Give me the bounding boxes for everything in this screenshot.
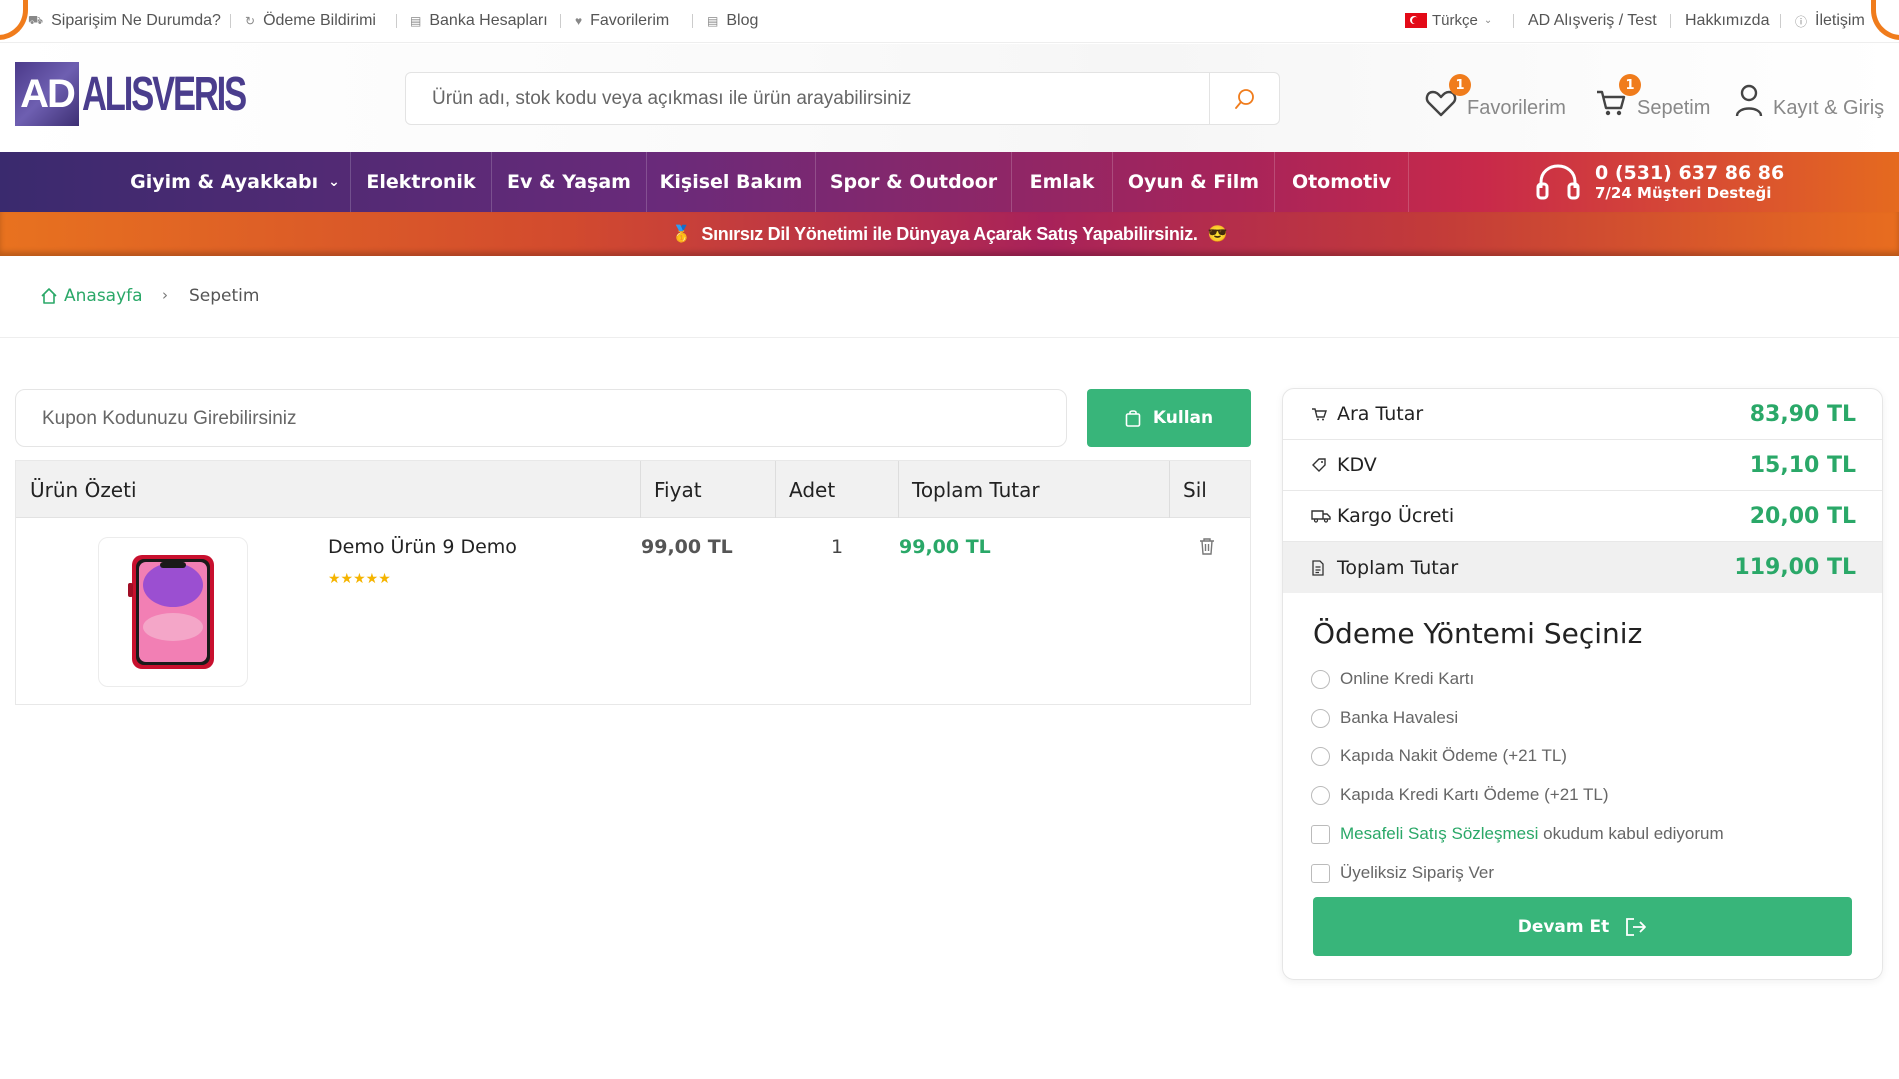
- info-icon: ⓘ: [1795, 14, 1808, 29]
- nav-item-kisisel-bakim[interactable]: Kişisel Bakım: [647, 152, 816, 212]
- col-price: Fiyat: [654, 477, 702, 502]
- nav-item-oyun-film[interactable]: Oyun & Film: [1113, 152, 1275, 212]
- home-icon: [41, 288, 57, 304]
- agreement-link[interactable]: Mesafeli Satış Sözleşmesi: [1340, 824, 1538, 844]
- guest-checkout-checkbox[interactable]: Üyeliksiz Sipariş Ver: [1311, 863, 1494, 883]
- order-summary: Ara Tutar 83,90 TL KDV 15,10 TL Kargo Üc…: [1282, 388, 1883, 980]
- cart-table-header: Ürün Özeti Fiyat Adet Toplam Tutar Sil: [16, 461, 1250, 518]
- chevron-down-icon: ⌄: [328, 174, 340, 190]
- truck-icon: [1311, 509, 1333, 523]
- favorites-top-link[interactable]: ♥ Favorilerim: [575, 12, 669, 30]
- product-name[interactable]: Demo Ürün 9 Demo: [328, 536, 517, 558]
- nav-item-giyim[interactable]: Giyim & Ayakkabı ⌄: [120, 152, 351, 212]
- shipping-row: Kargo Ücreti 20,00 TL: [1283, 491, 1882, 542]
- col-total: Toplam Tutar: [912, 477, 1040, 502]
- nav-item-otomotiv[interactable]: Otomotiv: [1275, 152, 1409, 212]
- trash-icon: [1200, 538, 1214, 555]
- tag-icon: [1311, 457, 1333, 473]
- col-product-summary: Ürün Özeti: [30, 477, 137, 502]
- subtotal-row: Ara Tutar 83,90 TL: [1283, 389, 1882, 440]
- radio-button[interactable]: [1311, 746, 1330, 766]
- document-icon: ▤: [410, 14, 422, 28]
- support-contact[interactable]: 0 (531) 637 86 86 7/24 Müşteri Desteği: [1535, 152, 1784, 212]
- continue-button[interactable]: Devam Et: [1313, 897, 1852, 956]
- radio-button[interactable]: [1311, 708, 1330, 728]
- breadcrumb: Anasayfa › Sepetim: [0, 256, 1899, 338]
- product-quantity[interactable]: 1: [831, 536, 843, 558]
- cart-icon: [1311, 407, 1333, 421]
- document-icon: [1311, 559, 1333, 576]
- refresh-icon: ↻: [245, 14, 256, 28]
- announcement-bar: 🥇 Sınırsız Dil Yönetimi ile Dünyaya Açar…: [0, 212, 1899, 256]
- decorative-corner-right: [1871, 0, 1899, 40]
- radio-button[interactable]: [1311, 785, 1330, 805]
- nav-item-elektronik[interactable]: Elektronik: [351, 152, 492, 212]
- product-price: 99,00 TL: [641, 536, 733, 558]
- col-quantity: Adet: [789, 477, 836, 502]
- blog-link[interactable]: ▤ Blog: [707, 12, 758, 30]
- tax-row: KDV 15,10 TL: [1283, 440, 1882, 491]
- search-input[interactable]: Ürün adı, stok kodu veya açıkması ile ür…: [432, 88, 911, 110]
- search-bar[interactable]: Ürün adı, stok kodu veya açıkması ile ür…: [405, 72, 1280, 125]
- turkey-flag-icon: [1405, 13, 1427, 28]
- payment-option-credit-card[interactable]: Online Kredi Kartı: [1311, 669, 1474, 689]
- product-rating: ★★★★★: [328, 571, 391, 587]
- sunglasses-emoji-icon: 😎: [1207, 226, 1228, 243]
- truck-icon: ⛟: [28, 13, 44, 27]
- document-icon: ▤: [707, 14, 719, 28]
- phone-product-image: [128, 555, 214, 669]
- checkbox[interactable]: [1311, 824, 1330, 844]
- cart-button[interactable]: Sepetim: [1595, 78, 1710, 120]
- user-icon: [1735, 84, 1763, 117]
- search-button[interactable]: [1209, 73, 1279, 124]
- support-hours: 7/24 Müşteri Desteği: [1595, 184, 1772, 202]
- favorites-button[interactable]: Favorilerim: [1425, 78, 1566, 120]
- breadcrumb-current: Sepetim: [189, 286, 260, 306]
- top-bar: ⛟ Siparişim Ne Durumda? ↻ Ödeme Bildirimi …: [0, 0, 1899, 43]
- cart-count-badge: 1: [1619, 74, 1641, 96]
- payment-notice-link[interactable]: ↻ Ödeme Bildirimi: [245, 12, 376, 30]
- radio-button[interactable]: [1311, 669, 1330, 689]
- headset-icon: [1536, 164, 1580, 200]
- logo-text[interactable]: ALISVERIS: [82, 62, 247, 126]
- logo-mark[interactable]: AD: [15, 62, 79, 126]
- login-register-button[interactable]: Kayıt & Giriş: [1735, 78, 1884, 120]
- decorative-corner-left: [0, 0, 28, 40]
- language-select[interactable]: Türkçe ⌄: [1405, 12, 1492, 29]
- nav-item-spor-outdoor[interactable]: Spor & Outdoor: [816, 152, 1012, 212]
- heart-icon: ♥: [575, 14, 583, 28]
- sign-out-arrow-icon: [1626, 917, 1647, 936]
- agreement-checkbox[interactable]: Mesafeli Satış Sözleşmesi okudum kabul e…: [1311, 824, 1724, 844]
- bag-icon: [1125, 410, 1141, 427]
- bank-accounts-link[interactable]: ▤ Banka Hesapları: [410, 12, 548, 30]
- product-image[interactable]: [98, 537, 248, 687]
- payment-option-bank-transfer[interactable]: Banka Havalesi: [1311, 708, 1458, 728]
- payment-option-cash-on-delivery[interactable]: Kapıda Nakit Ödeme (+21 TL): [1311, 746, 1567, 766]
- chevron-down-icon: ⌄: [1483, 15, 1493, 26]
- cart-table: Ürün Özeti Fiyat Adet Toplam Tutar Sil D…: [15, 460, 1251, 705]
- store-link[interactable]: AD Alışveriş / Test: [1528, 12, 1657, 30]
- checkbox[interactable]: [1311, 863, 1330, 883]
- delete-item-button[interactable]: [1199, 537, 1215, 559]
- apply-coupon-button[interactable]: Kullan: [1087, 389, 1251, 447]
- breadcrumb-separator: ›: [162, 286, 168, 304]
- payment-option-card-on-delivery[interactable]: Kapıda Kredi Kartı Ödeme (+21 TL): [1311, 785, 1609, 805]
- contact-link[interactable]: ⓘ İletişim: [1795, 12, 1865, 30]
- breadcrumb-home[interactable]: Anasayfa: [40, 286, 143, 306]
- product-total: 99,00 TL: [899, 536, 991, 558]
- medal-icon: 🥇: [671, 226, 692, 243]
- search-icon: [1234, 88, 1254, 109]
- support-phone: 0 (531) 637 86 86: [1595, 162, 1785, 184]
- coupon-input[interactable]: Kupon Kodunuzu Girebilirsiniz: [42, 408, 297, 430]
- payment-method-title: Ödeme Yöntemi Seçiniz: [1313, 617, 1643, 650]
- col-delete: Sil: [1183, 477, 1207, 502]
- grand-total-row: Toplam Tutar 119,00 TL: [1283, 542, 1882, 593]
- favorites-count-badge: 1: [1449, 74, 1471, 96]
- nav-item-emlak[interactable]: Emlak: [1012, 152, 1113, 212]
- nav-item-ev-yasam[interactable]: Ev & Yaşam: [492, 152, 647, 212]
- order-status-link[interactable]: ⛟ Siparişim Ne Durumda?: [28, 12, 221, 30]
- coupon-field[interactable]: Kupon Kodunuzu Girebilirsiniz: [15, 389, 1067, 447]
- about-link[interactable]: Hakkımızda: [1685, 12, 1769, 30]
